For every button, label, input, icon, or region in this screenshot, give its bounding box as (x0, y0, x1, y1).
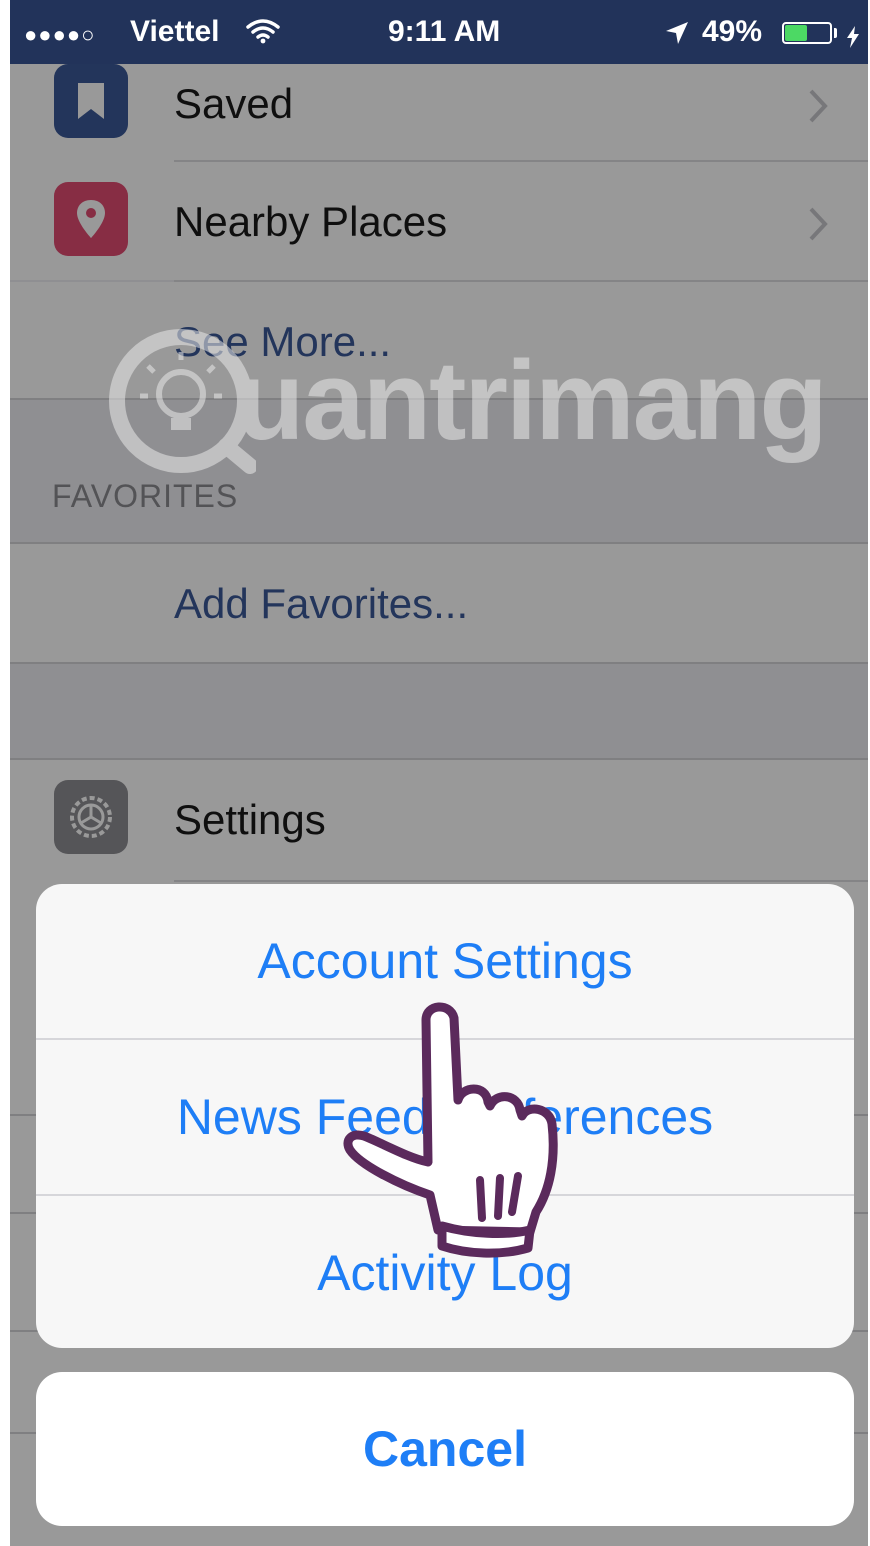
battery-level-fill (785, 25, 807, 41)
news-feed-preferences-button[interactable]: News Feed Preferences (36, 1040, 854, 1194)
wifi-icon (246, 18, 280, 52)
battery-icon (782, 22, 832, 44)
action-sheet: Account Settings News Feed Preferences A… (36, 884, 854, 1348)
activity-log-button[interactable]: Activity Log (36, 1196, 854, 1348)
phone-screen: ●●●●○ Viettel 9:11 AM 49% Saved Nearby P… (10, 0, 868, 1546)
cancel-button[interactable]: Cancel (36, 1372, 854, 1526)
signal-strength-dots: ●●●●○ (24, 22, 96, 47)
clock-time: 9:11 AM (388, 15, 501, 48)
carrier-name: Viettel (130, 15, 220, 48)
status-bar: ●●●●○ Viettel 9:11 AM 49% (10, 0, 868, 64)
battery-tip (834, 28, 837, 38)
charging-bolt-icon (846, 22, 860, 56)
location-arrow-icon (664, 20, 690, 54)
account-settings-button[interactable]: Account Settings (36, 884, 854, 1038)
battery-percent: 49% (702, 15, 763, 48)
